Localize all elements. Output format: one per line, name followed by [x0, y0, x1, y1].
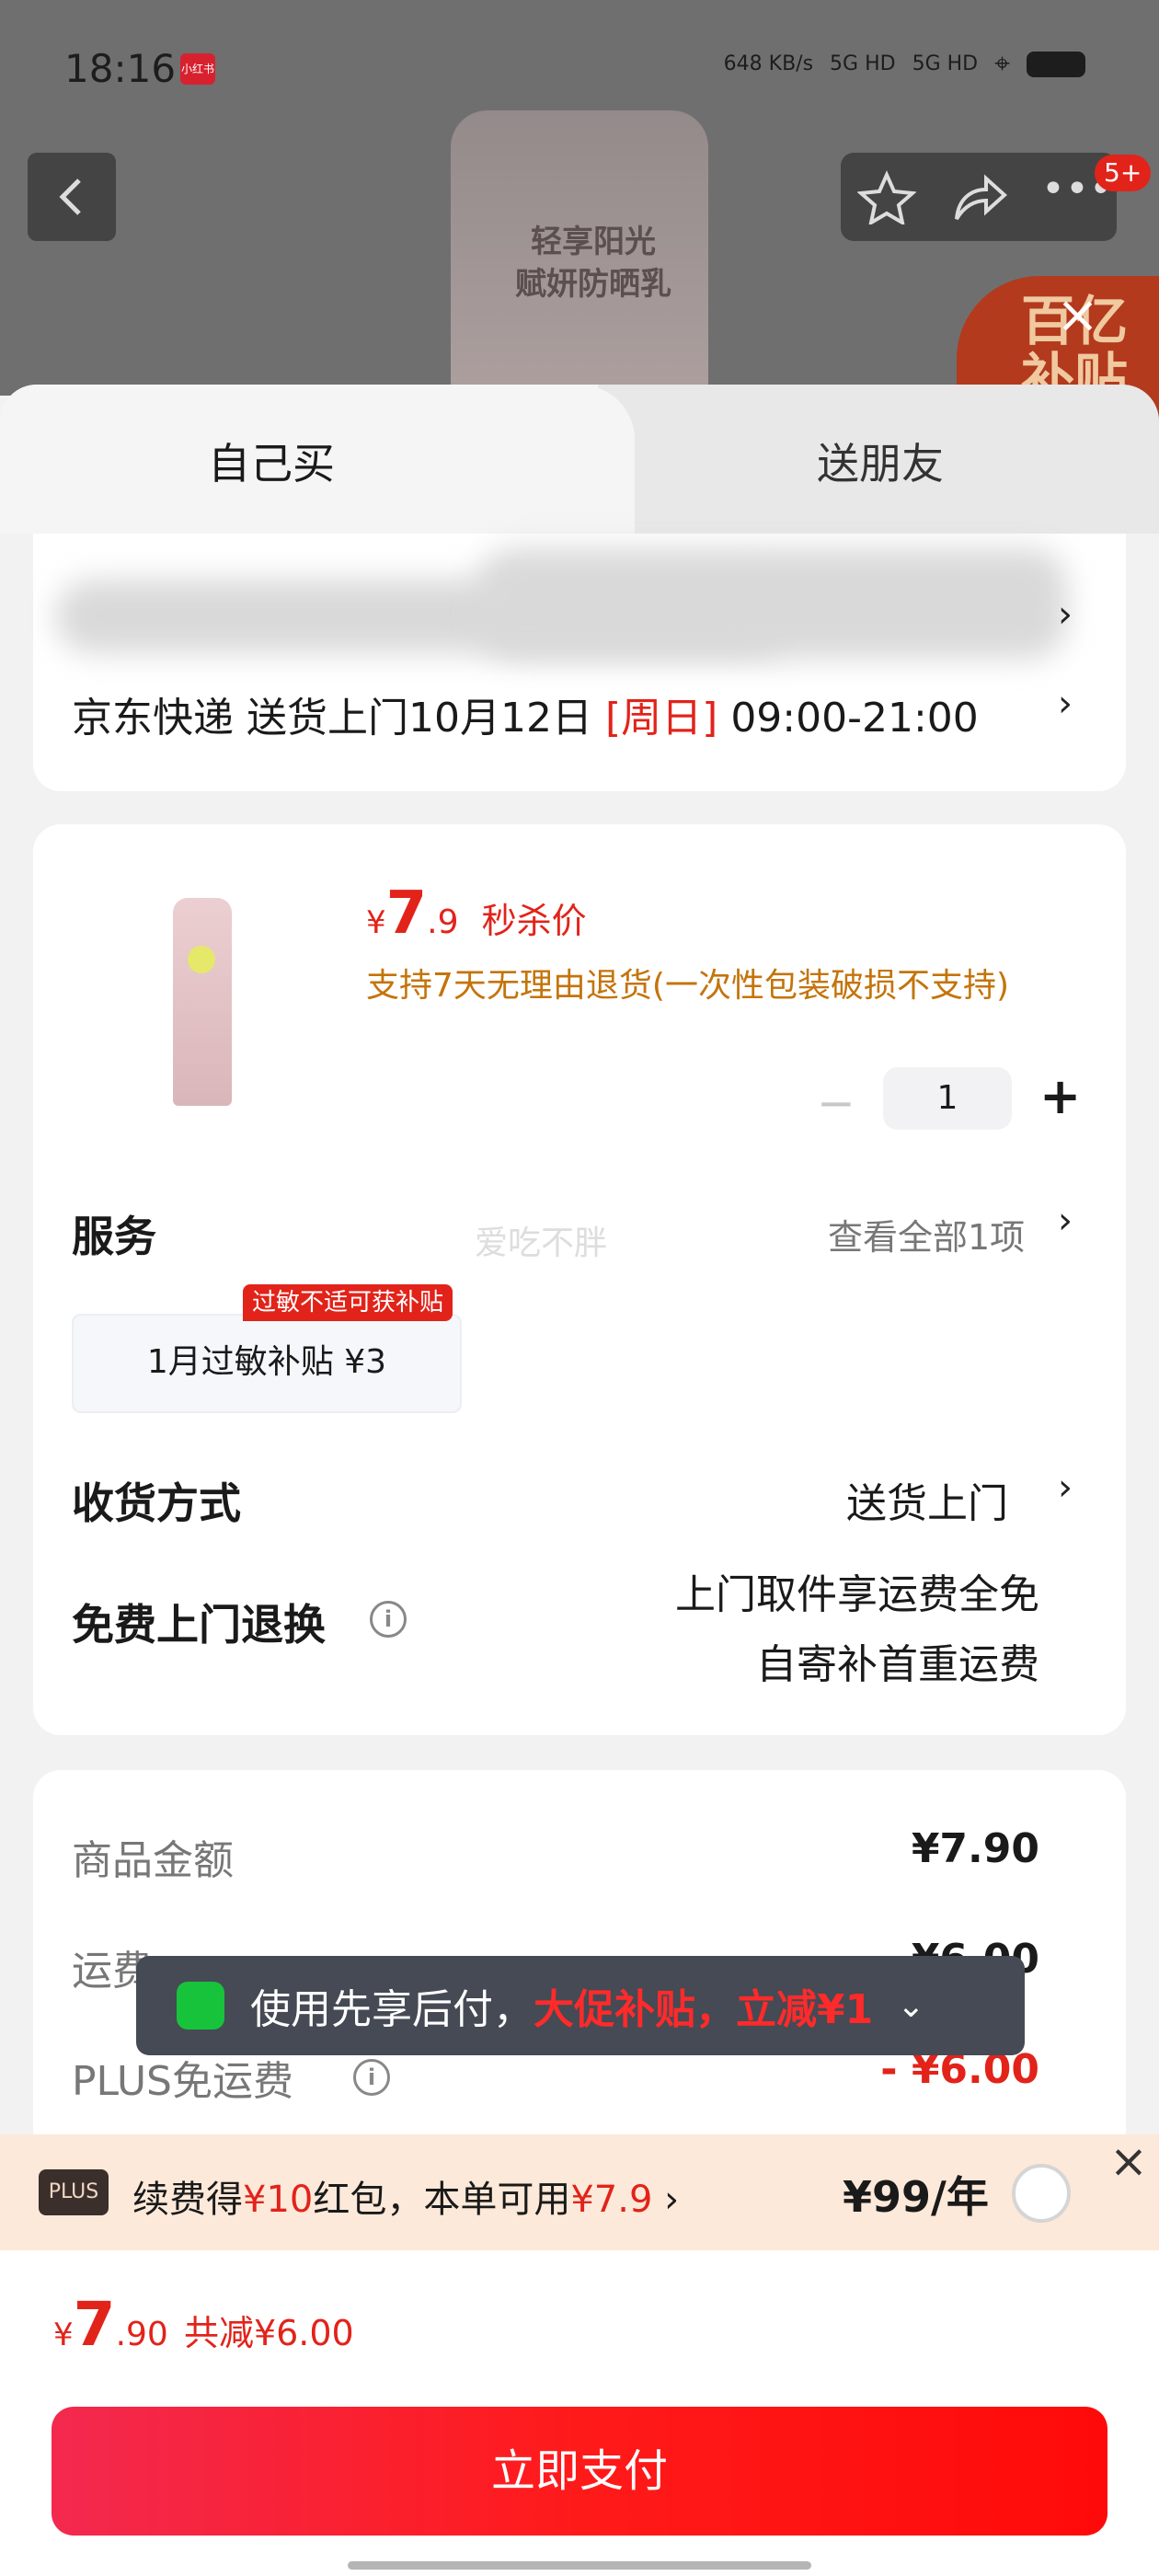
- service-tag: 过敏不适可获补贴: [243, 1284, 453, 1321]
- pay-now-button[interactable]: 立即支付: [52, 2407, 1107, 2536]
- tab-self-curve: [552, 385, 635, 534]
- plus-select-radio[interactable]: [1012, 2164, 1071, 2223]
- plus-badge: PLUS: [39, 2169, 109, 2215]
- service-tile[interactable]: 1月过敏补贴 ¥3: [72, 1314, 462, 1413]
- toast-highlight: 大促补贴，立减¥1: [534, 1986, 874, 2033]
- battery-icon: [1027, 51, 1085, 77]
- toast-text: 使用先享后付，: [250, 1986, 534, 2033]
- tab-self-buy[interactable]: 自己买: [208, 431, 335, 491]
- free-return-line1: 上门取件享运费全免: [675, 1571, 1039, 1618]
- signal-1: 5G HD: [830, 52, 896, 75]
- quantity-input[interactable]: 1: [883, 1067, 1012, 1130]
- free-return-title: 免费上门退换: [72, 1600, 326, 1650]
- delivery-text: 京东快递 送货上门10月12日: [72, 695, 592, 742]
- total-decimal: .90: [115, 2316, 168, 2353]
- blurred-address-2: [478, 548, 1067, 659]
- pay-later-toast[interactable]: 使用先享后付， 大促补贴，立减¥1 ⌄: [136, 1956, 1025, 2055]
- action-group: •••: [841, 153, 1117, 241]
- decrease-qty-button[interactable]: −: [817, 1076, 855, 1130]
- product-price: ¥7.9 秒杀价: [366, 880, 587, 948]
- delivery-weekday: [周日]: [604, 695, 718, 742]
- goods-amount-value: ¥7.90: [911, 1825, 1039, 1872]
- total-price: ¥7.90 共减¥6.00: [53, 2289, 354, 2360]
- free-return-desc: 上门取件享运费全免 自寄补首重运费: [675, 1560, 1039, 1700]
- plus-text-c: 红包，本单可用: [313, 2179, 571, 2221]
- tab-send-friend[interactable]: 送朋友: [817, 431, 944, 491]
- favorite-star-icon[interactable]: [857, 169, 916, 224]
- service-title: 服务: [72, 1212, 156, 1261]
- shopping-bag-icon: [177, 1982, 224, 2030]
- wifi-icon: ⌖: [994, 48, 1010, 80]
- return-policy: 支持7天无理由退货(一次性包装破损不支持): [366, 967, 1009, 1005]
- address-chevron-icon: ›: [1058, 593, 1073, 636]
- plus-free-label: PLUS免运费: [72, 2058, 293, 2105]
- back-icon: [59, 178, 81, 215]
- price-decimal: .9: [427, 903, 459, 941]
- plus-chevron-icon: ›: [652, 2179, 680, 2221]
- product-tube-text: 轻享阳光 赋妍防晒乳: [515, 224, 671, 303]
- plus-free-info-icon[interactable]: i: [353, 2059, 390, 2096]
- plus-text-d: ¥7.9: [570, 2179, 653, 2221]
- price-tag: 秒杀价: [481, 901, 587, 941]
- plus-price: ¥99/年: [843, 2172, 989, 2222]
- free-return-info-icon[interactable]: i: [370, 1601, 407, 1638]
- status-time: 18:16: [64, 46, 177, 91]
- total-discount: 共减¥6.00: [183, 2313, 354, 2353]
- plus-text-a: 续费得: [132, 2179, 243, 2221]
- plus-close-icon[interactable]: ×: [1109, 2134, 1148, 2188]
- service-chevron-icon: ›: [1058, 1200, 1073, 1242]
- home-indicator: [348, 2561, 811, 2570]
- more-badge: 5+: [1095, 155, 1152, 191]
- total-currency: ¥: [53, 2317, 74, 2353]
- app-notification-icon: 小红书: [180, 53, 215, 85]
- shipping-title: 收货方式: [72, 1478, 241, 1528]
- price-currency: ¥: [366, 904, 386, 941]
- product-thumbnail-label: [188, 946, 215, 973]
- shipping-chevron-icon: ›: [1058, 1466, 1073, 1509]
- free-return-line2: 自寄补首重运费: [756, 1641, 1039, 1688]
- plus-text-b: ¥10: [243, 2179, 314, 2221]
- total-integer: 7: [73, 2289, 116, 2360]
- plus-promo-text[interactable]: 续费得¥10红包，本单可用¥7.9 ›: [132, 2169, 679, 2223]
- delivery-chevron-icon: ›: [1058, 683, 1073, 725]
- goods-amount-label: 商品金额: [72, 1837, 234, 1884]
- delivery-time: 09:00-21:00: [730, 695, 979, 742]
- watermark: 爱吃不胖: [475, 1225, 608, 1262]
- product-thumbnail: [173, 898, 232, 1106]
- back-button[interactable]: [28, 153, 116, 241]
- net-speed: 648 KB/s: [723, 52, 814, 75]
- increase-qty-button[interactable]: +: [1039, 1067, 1081, 1125]
- service-view-all[interactable]: 查看全部1项: [828, 1209, 1025, 1259]
- share-icon[interactable]: [949, 169, 1008, 224]
- shipping-value[interactable]: 送货上门: [846, 1470, 1008, 1529]
- close-promo-icon[interactable]: ×: [1056, 285, 1099, 345]
- signal-2: 5G HD: [912, 52, 979, 75]
- chevron-down-icon: ⌄: [897, 1986, 925, 2025]
- status-indicators: 648 KB/s 5G HD 5G HD ⌖: [724, 48, 1085, 80]
- delivery-line[interactable]: 京东快递 送货上门10月12日 [周日] 09:00-21:00: [72, 684, 979, 743]
- price-integer: 7: [385, 880, 428, 948]
